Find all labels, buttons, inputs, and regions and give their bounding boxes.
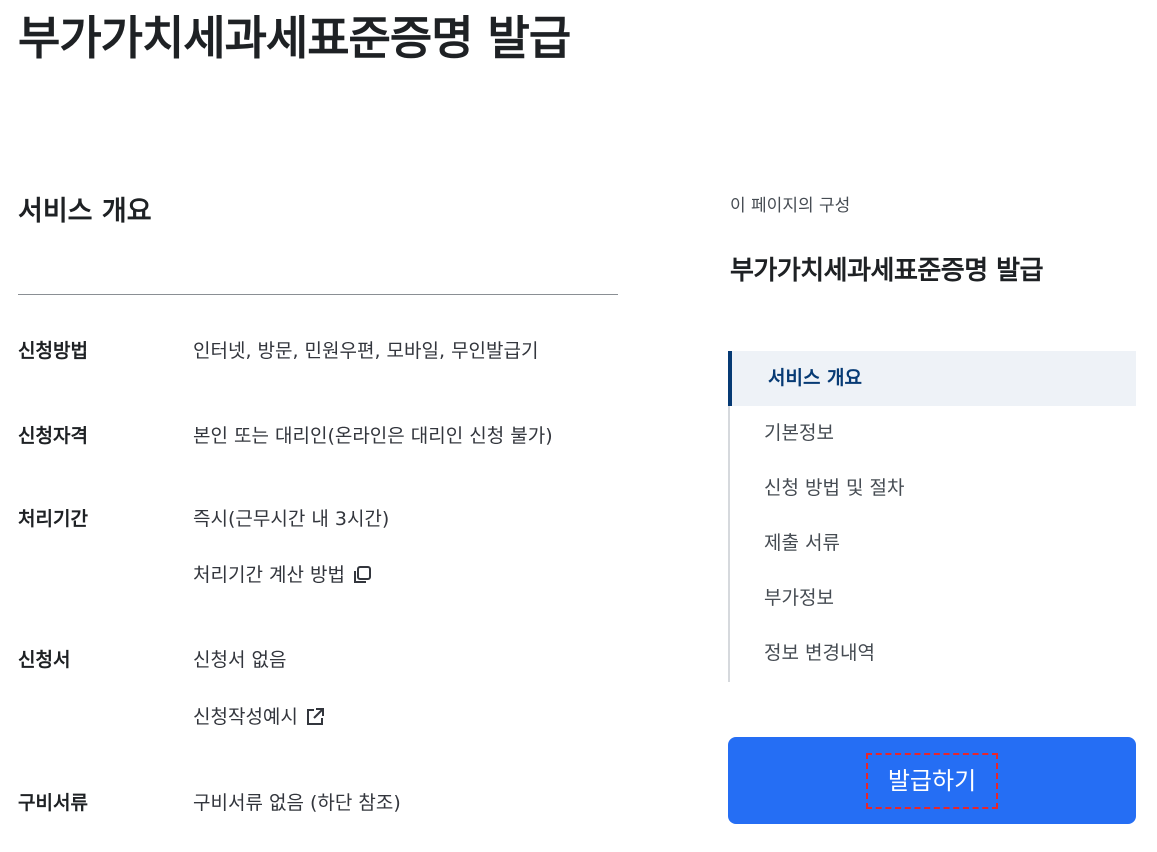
toc-item-service-overview[interactable]: 서비스 개요 bbox=[728, 351, 1136, 406]
apply-button-label: 발급하기 bbox=[865, 752, 999, 809]
value-eligibility: 본인 또는 대리인(온라인은 대리인 신청 불가) bbox=[193, 422, 553, 450]
toc-item-change-history[interactable]: 정보 변경내역 bbox=[730, 626, 1136, 681]
copy-icon bbox=[351, 564, 373, 586]
label-application-method: 신청방법 bbox=[18, 340, 88, 362]
page: 부가가치세과세표준증명 발급 서비스 개요 신청방법 인터넷, 방문, 민원우편… bbox=[0, 0, 1157, 852]
label-application-form: 신청서 bbox=[18, 649, 71, 671]
value-processing-period-text: 즉시(근무시간 내 3시간) bbox=[193, 508, 390, 530]
toc-caption: 이 페이지의 구성 bbox=[730, 196, 851, 216]
value-required-documents: 구비서류 없음 (하단 참조) bbox=[193, 789, 401, 817]
value-application-form-text: 신청서 없음 bbox=[193, 649, 287, 671]
value-application-form: 신청서 없음 bbox=[193, 646, 286, 674]
value-processing-period: 즉시(근무시간 내 3시간) bbox=[193, 505, 389, 533]
toc-item-application-procedure[interactable]: 신청 방법 및 절차 bbox=[730, 461, 1136, 516]
application-example-link-label: 신청작성예시 bbox=[193, 706, 298, 728]
page-title: 부가가치세과세표준증명 발급 bbox=[18, 11, 571, 65]
value-required-documents-text: 구비서류 없음 (하단 참조) bbox=[193, 792, 401, 814]
section-divider bbox=[18, 294, 618, 295]
toc-item-additional-info[interactable]: 부가정보 bbox=[730, 571, 1136, 626]
toc-title: 부가가치세과세표준증명 발급 bbox=[730, 256, 1044, 286]
section-title-overview: 서비스 개요 bbox=[18, 196, 152, 227]
label-required-documents: 구비서류 bbox=[18, 792, 88, 814]
apply-button[interactable]: 발급하기 bbox=[728, 737, 1136, 824]
label-eligibility: 신청자격 bbox=[18, 425, 88, 447]
external-link-icon bbox=[304, 706, 326, 728]
toc-nav: 서비스 개요 기본정보 신청 방법 및 절차 제출 서류 부가정보 정보 변경내… bbox=[728, 351, 1136, 682]
processing-period-calc-link[interactable]: 처리기간 계산 방법 bbox=[193, 561, 373, 589]
processing-period-calc-link-label: 처리기간 계산 방법 bbox=[193, 564, 345, 586]
toc-item-basic-info[interactable]: 기본정보 bbox=[730, 406, 1136, 461]
toc-item-submission-documents[interactable]: 제출 서류 bbox=[730, 516, 1136, 571]
value-eligibility-text: 본인 또는 대리인(온라인은 대리인 신청 불가) bbox=[193, 425, 553, 447]
value-application-method: 인터넷, 방문, 민원우편, 모바일, 무인발급기 bbox=[193, 337, 538, 365]
value-application-method-text: 인터넷, 방문, 민원우편, 모바일, 무인발급기 bbox=[193, 340, 539, 362]
application-example-link[interactable]: 신청작성예시 bbox=[193, 703, 326, 731]
label-processing-period: 처리기간 bbox=[18, 508, 88, 530]
